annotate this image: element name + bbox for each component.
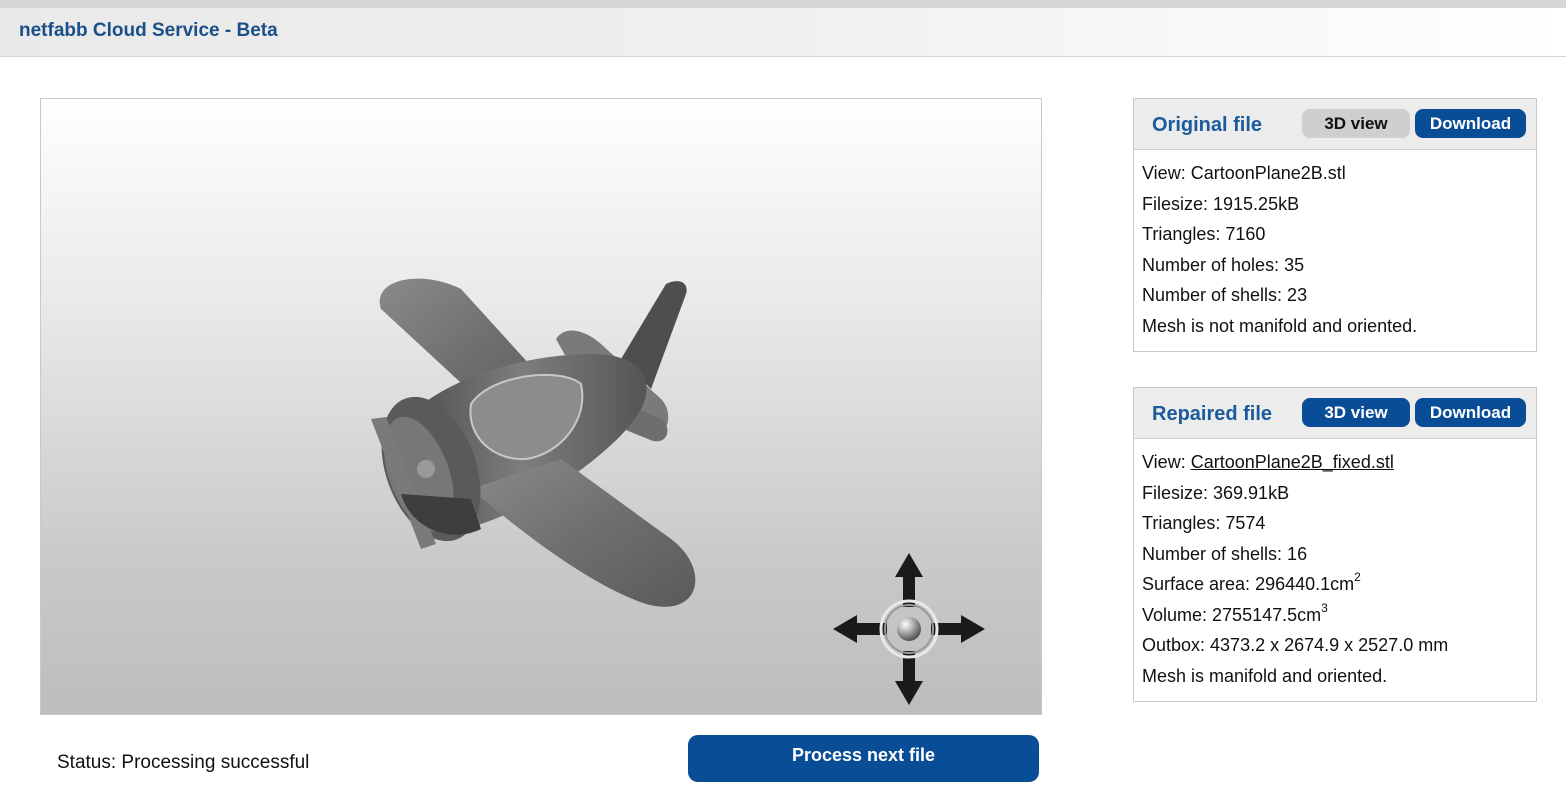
- original-triangles: Triangles: 7160: [1142, 224, 1266, 244]
- original-view-file: CartoonPlane2B.stl: [1190, 163, 1346, 183]
- original-file-title: Original file: [1152, 114, 1263, 136]
- surface-area-text: Surface area: 296440.1cm: [1142, 574, 1355, 594]
- surface-area-exponent: 2: [1354, 570, 1361, 584]
- original-file-info: View: CartoonPlane2B.stl Filesize: 1915.…: [1134, 150, 1536, 351]
- repaired-volume: Volume: 2755147.5cm3: [1142, 600, 1536, 631]
- original-file-panel-header: Original file 3D view Download: [1134, 99, 1536, 150]
- app-header: netfabb Cloud Service - Beta: [0, 8, 1566, 57]
- app-title: netfabb Cloud Service - Beta: [19, 20, 278, 41]
- repaired-shells: Number of shells: 16: [1142, 543, 1308, 564]
- volume-exponent: 3: [1321, 600, 1328, 615]
- repaired-triangles: Triangles: 7574: [1142, 513, 1266, 533]
- original-mesh-status: Mesh is not manifold and oriented.: [1142, 315, 1418, 336]
- original-file-panel: Original file 3D view Download View: Car…: [1133, 98, 1537, 352]
- undercarriage: [401, 494, 481, 535]
- process-next-file-button[interactable]: Process next file: [688, 735, 1039, 782]
- repaired-view-file-link[interactable]: CartoonPlane2B_fixed.stl: [1191, 452, 1394, 472]
- repaired-filesize: Filesize: 369.91kB: [1142, 482, 1290, 503]
- repaired-mesh-status: Mesh is manifold and oriented.: [1142, 665, 1388, 686]
- lower-wing: [471, 459, 696, 607]
- repaired-file-panel: Repaired file 3D view Download View: Car…: [1133, 387, 1537, 702]
- repaired-outbox: Outbox: 4373.2 x 2674.9 x 2527.0 mm: [1142, 635, 1449, 655]
- four-way-arrows-icon[interactable]: [829, 549, 989, 709]
- repaired-surface-area: Surface area: 296440.1cm2: [1142, 569, 1536, 600]
- original-filesize: Filesize: 1915.25kB: [1142, 193, 1300, 214]
- repaired-view-line: View: CartoonPlane2B_fixed.stl: [1142, 447, 1536, 478]
- repaired-file-info: View: CartoonPlane2B_fixed.stl Filesize:…: [1134, 439, 1536, 701]
- view-label: View:: [1142, 452, 1191, 472]
- original-holes: Number of holes: 35: [1142, 254, 1305, 275]
- original-view-line: View: CartoonPlane2B.stl: [1142, 158, 1536, 189]
- original-3d-view-button[interactable]: 3D view: [1302, 109, 1410, 138]
- 3d-viewer[interactable]: [40, 98, 1042, 715]
- window-top-edge: [0, 0, 1566, 8]
- repaired-download-button[interactable]: Download: [1415, 398, 1526, 427]
- volume-text: Volume: 2755147.5cm: [1142, 604, 1322, 625]
- original-download-button[interactable]: Download: [1415, 109, 1526, 138]
- repaired-file-title: Repaired file: [1152, 403, 1273, 425]
- repaired-file-panel-header: Repaired file 3D view Download: [1134, 388, 1536, 439]
- original-shells: Number of shells: 23: [1142, 285, 1308, 305]
- view-label: View:: [1142, 163, 1191, 183]
- propeller-hub: [417, 460, 435, 478]
- repaired-3d-view-button[interactable]: 3D view: [1302, 398, 1410, 427]
- status-text: Status: Processing successful: [57, 752, 310, 773]
